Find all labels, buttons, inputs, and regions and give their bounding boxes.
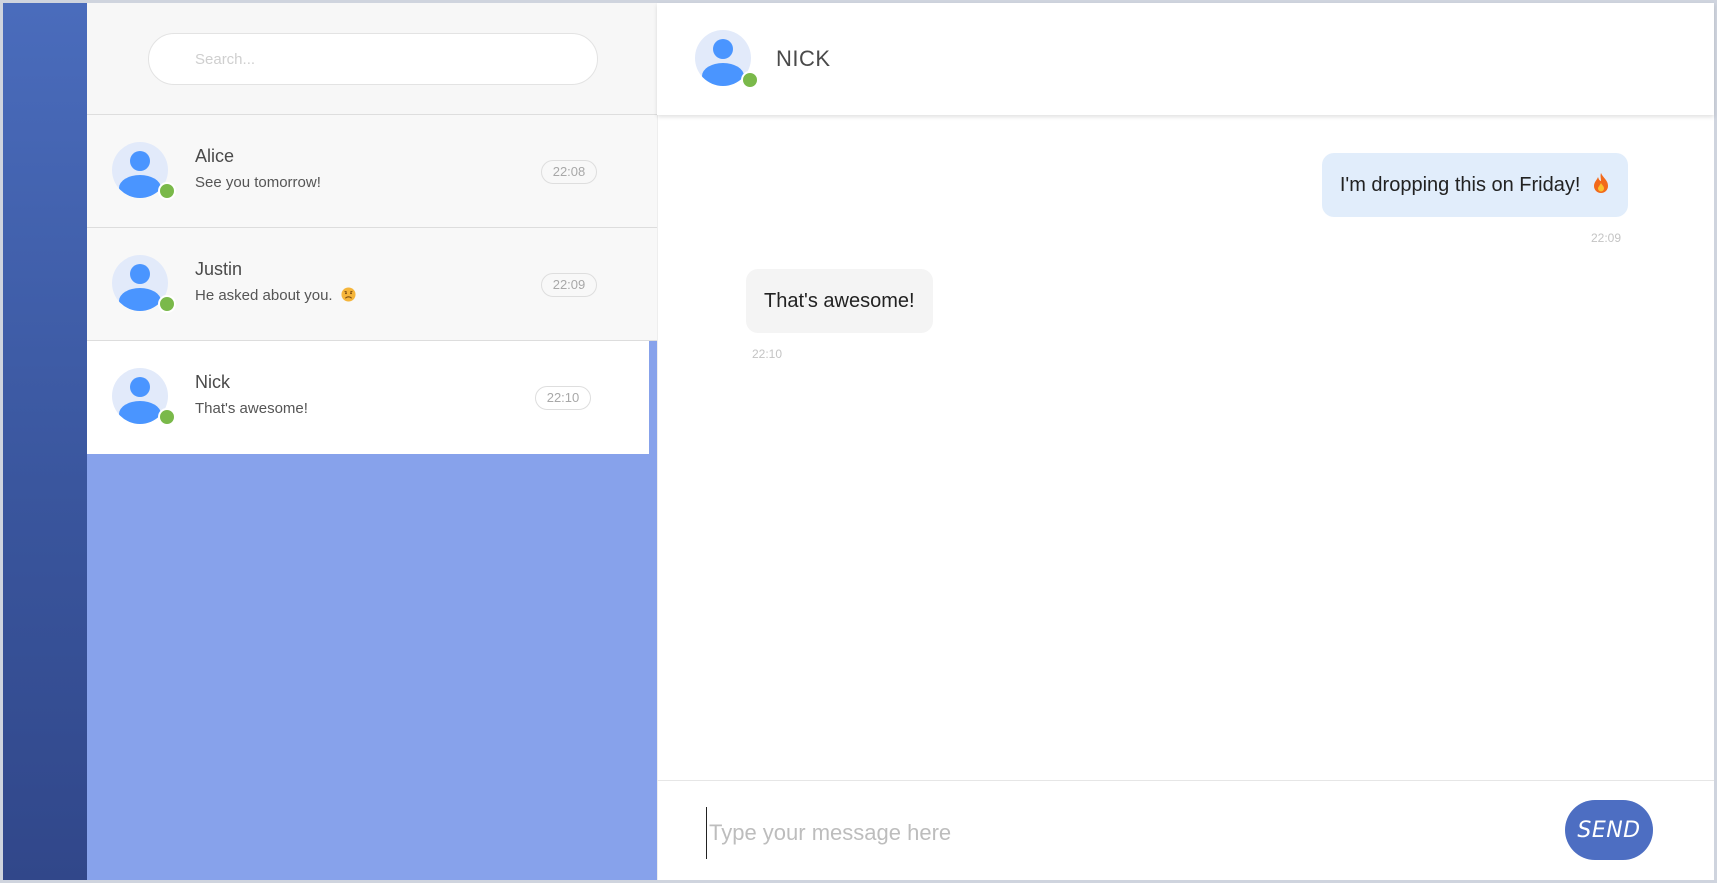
- message-text: That's awesome!: [764, 290, 915, 312]
- message-text: I'm dropping this on Friday!: [1339, 174, 1581, 196]
- message-thread: I'm dropping this on Friday! 22:09 That'…: [657, 115, 1714, 780]
- send-button[interactable]: SEND: [1565, 800, 1653, 860]
- fire-emoji-icon: [1594, 173, 1608, 193]
- search-area: [87, 3, 657, 115]
- contact-name: Alice: [195, 146, 235, 166]
- chat-app-window: Alice See you tomorrow! 22:08 Justin He …: [0, 0, 1717, 883]
- contact-item-justin[interactable]: Justin He asked about you. 22:09: [87, 228, 657, 341]
- incoming-message-bubble: That's awesome!: [746, 269, 933, 333]
- contact-name: Nick: [195, 372, 230, 392]
- contact-name: Justin: [195, 259, 243, 279]
- side-rail: [3, 3, 87, 880]
- chat-title: NICK: [776, 46, 831, 71]
- online-status-dot: [158, 182, 176, 200]
- contact-last-message: That's awesome!: [195, 400, 308, 417]
- contact-time-badge: 22:08: [541, 160, 597, 184]
- chat-header: NICK: [657, 3, 1714, 115]
- message-input[interactable]: [706, 807, 1531, 859]
- contact-item-nick[interactable]: Nick That's awesome! 22:10: [87, 341, 649, 454]
- conversation-list-pane: Alice See you tomorrow! 22:08 Justin He …: [87, 3, 657, 880]
- contact-last-message: See you tomorrow!: [195, 174, 321, 191]
- online-status-dot: [158, 408, 176, 426]
- contact-time-badge: 22:09: [541, 273, 597, 297]
- outgoing-message-bubble: I'm dropping this on Friday!: [1321, 153, 1628, 217]
- contact-time-badge: 22:10: [535, 386, 591, 410]
- online-status-dot: [741, 71, 759, 89]
- worried-face-emoji-icon: [341, 287, 356, 302]
- contact-last-message: He asked about you.: [195, 287, 333, 304]
- contact-last-message-row: He asked about you.: [195, 287, 356, 304]
- message-timestamp: 22:09: [1590, 231, 1621, 245]
- contact-item-alice[interactable]: Alice See you tomorrow! 22:08: [87, 115, 657, 228]
- search-input[interactable]: [148, 33, 598, 85]
- message-composer: SEND: [657, 780, 1714, 880]
- online-status-dot: [158, 295, 176, 313]
- message-timestamp: 22:10: [752, 347, 783, 361]
